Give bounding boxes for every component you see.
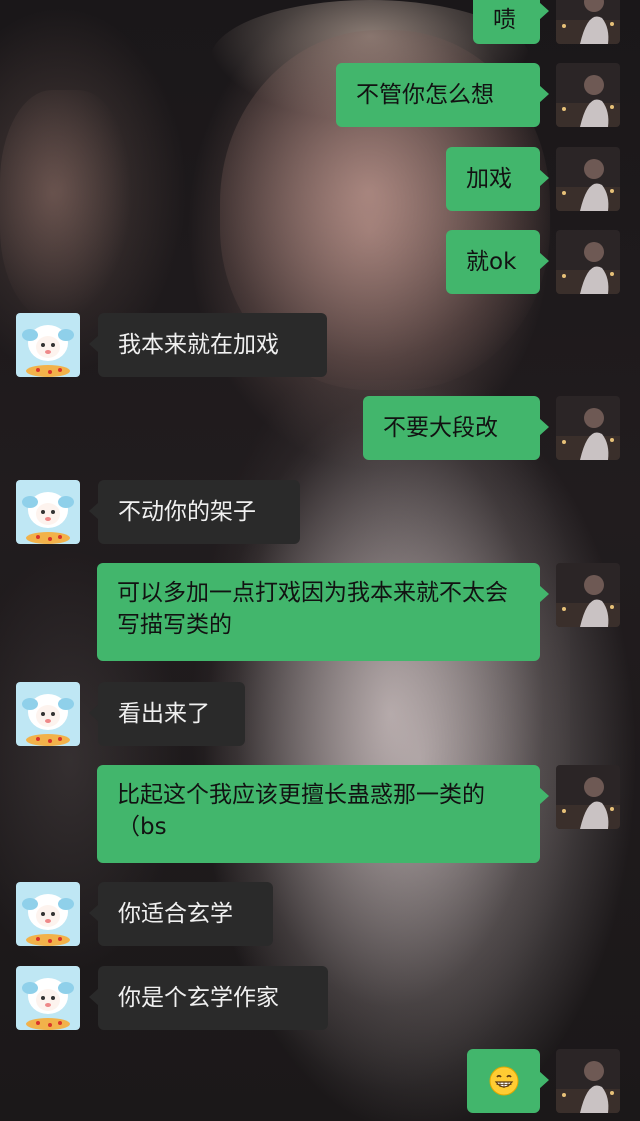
dark-photo-avatar-icon[interactable]	[556, 396, 620, 460]
message-bubble-received[interactable]: 看出来了	[89, 682, 245, 746]
message-row: 加戏	[0, 147, 640, 211]
message-row: 就ok	[0, 230, 640, 294]
cartoon-sheep-avatar-icon[interactable]	[16, 480, 80, 544]
message-text: 啧	[493, 7, 516, 33]
grinning-face-emoji-icon	[489, 1066, 518, 1096]
message-bubble-sent[interactable]: 可以多加一点打戏因为我本来就不太会写描写类的	[97, 563, 549, 661]
message-row: 可以多加一点打戏因为我本来就不太会写描写类的	[0, 563, 640, 661]
message-bubble-sent[interactable]: 不管你怎么想	[336, 63, 549, 127]
message-text: 不要大段改	[383, 415, 498, 441]
message-row: 你是个玄学作家	[0, 966, 640, 1030]
chat-screen: 啧 不管你怎么想 加戏 就ok 我本来就在加戏 不要大段改 不动你的架子 可以多…	[0, 0, 640, 1121]
message-bubble-sent[interactable]: 啧	[473, 0, 549, 44]
dark-photo-avatar-icon[interactable]	[556, 147, 620, 211]
dark-photo-avatar-icon[interactable]	[556, 1049, 620, 1113]
cartoon-sheep-avatar-icon[interactable]	[16, 682, 80, 746]
message-row: 看出来了	[0, 682, 640, 746]
message-text: 加戏	[466, 166, 512, 192]
message-row: 不动你的架子	[0, 480, 640, 544]
dark-photo-avatar-icon[interactable]	[556, 63, 620, 127]
cartoon-sheep-avatar-icon[interactable]	[16, 882, 80, 946]
message-text: 我本来就在加戏	[118, 332, 279, 358]
message-bubble-sent[interactable]: 加戏	[446, 147, 549, 211]
message-bubble-received[interactable]: 我本来就在加戏	[89, 313, 327, 377]
message-bubble-received[interactable]: 不动你的架子	[89, 480, 300, 544]
cartoon-sheep-avatar-icon[interactable]	[16, 966, 80, 1030]
message-text: 看出来了	[118, 701, 210, 727]
message-text: 不管你怎么想	[356, 82, 494, 108]
message-bubble-sent[interactable]	[467, 1049, 549, 1113]
cartoon-sheep-avatar-icon[interactable]	[16, 313, 80, 377]
message-text: 就ok	[466, 249, 517, 275]
message-row: 啧	[0, 0, 640, 44]
message-row: 我本来就在加戏	[0, 313, 640, 377]
message-row	[0, 1049, 640, 1113]
message-row: 不要大段改	[0, 396, 640, 460]
dark-photo-avatar-icon[interactable]	[556, 230, 620, 294]
message-bubble-sent[interactable]: 就ok	[446, 230, 549, 294]
dark-photo-avatar-icon[interactable]	[556, 0, 620, 44]
message-bubble-sent[interactable]: 比起这个我应该更擅长蛊惑那一类的（bs	[97, 765, 549, 863]
message-text: 你是个玄学作家	[118, 985, 279, 1011]
message-row: 比起这个我应该更擅长蛊惑那一类的（bs	[0, 765, 640, 863]
message-row: 你适合玄学	[0, 882, 640, 946]
dark-photo-avatar-icon[interactable]	[556, 765, 620, 829]
message-bubble-received[interactable]: 你是个玄学作家	[89, 966, 328, 1030]
message-text: 不动你的架子	[118, 499, 256, 525]
message-bubble-sent[interactable]: 不要大段改	[363, 396, 549, 460]
message-text: 你适合玄学	[118, 901, 233, 927]
message-bubble-received[interactable]: 你适合玄学	[89, 882, 273, 946]
message-row: 不管你怎么想	[0, 63, 640, 127]
message-text: 比起这个我应该更擅长蛊惑那一类的（bs	[117, 782, 485, 840]
dark-photo-avatar-icon[interactable]	[556, 563, 620, 627]
message-text: 可以多加一点打戏因为我本来就不太会写描写类的	[117, 580, 508, 638]
